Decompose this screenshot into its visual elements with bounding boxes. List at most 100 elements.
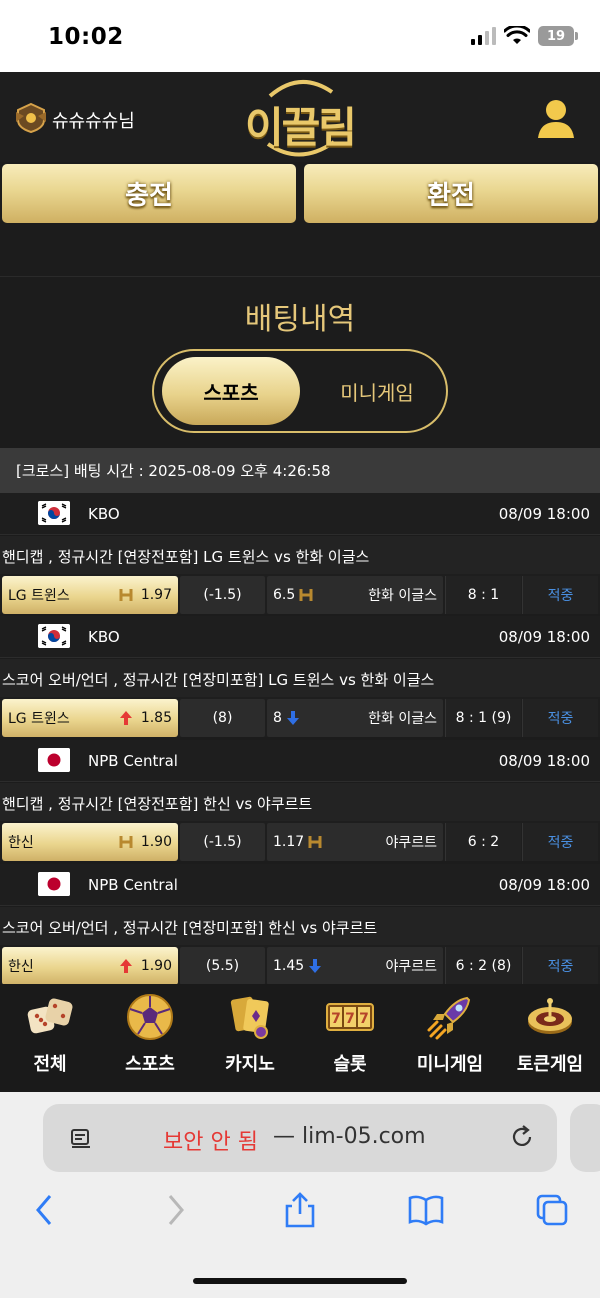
korea-flag-icon <box>38 624 70 648</box>
home-pick: 한신 1.90 <box>2 947 178 985</box>
nav-label: 카지노 <box>225 1054 275 1075</box>
tab-sports[interactable]: 스포츠 <box>162 357 300 425</box>
status-bar: 10:02 19 <box>0 0 600 72</box>
home-team: 한신 <box>8 835 34 851</box>
away-pick: 1.45 야쿠르트 <box>267 947 443 985</box>
league-name: KBO <box>88 628 120 646</box>
app-screen: 슈슈슈슈님 이끌림 충전 환전 배팅내역 스포츠 미니게임 [크로스] 배팅 시… <box>0 72 600 1092</box>
market-description: 스코어 오버/언더 , 정규시간 [연장미포함] LG 트윈스 vs 한화 이글… <box>0 659 600 699</box>
line-value: (8) <box>180 699 265 737</box>
cellular-signal-icon <box>471 27 496 45</box>
bookmarks-icon[interactable] <box>408 1192 444 1228</box>
rocket-icon <box>427 996 471 1040</box>
status-icons: 19 <box>471 26 578 46</box>
league-name: NPB Central <box>88 876 178 894</box>
over-arrow-icon <box>119 959 132 973</box>
reload-icon[interactable] <box>509 1124 535 1150</box>
battery-icon: 19 <box>538 26 578 46</box>
nav-item-casino[interactable]: 카지노 <box>200 984 300 1092</box>
away-pick: 8 한화 이글스 <box>267 699 443 737</box>
tab-minigame[interactable]: 미니게임 <box>314 357 440 425</box>
home-odds: 1.85 <box>140 710 172 726</box>
handicap-icon <box>119 589 133 601</box>
page-title: 배팅내역 <box>244 302 356 337</box>
security-warning: 보안 안 됨 <box>163 1130 258 1155</box>
away-odds: 6.5 <box>273 587 296 603</box>
exchange-button[interactable]: 환전 <box>304 164 598 223</box>
away-odds: 1.45 <box>273 958 305 974</box>
away-odds: 8 <box>273 710 282 726</box>
home-team: LG 트윈스 <box>8 711 70 727</box>
address-bar[interactable]: 보안 안 됨 — lim-05.com <box>43 1104 557 1172</box>
league-name: KBO <box>88 505 120 523</box>
cards-icon <box>230 996 269 1039</box>
under-arrow-icon <box>309 959 322 973</box>
svg-text:7: 7 <box>359 1011 369 1027</box>
next-tab-preview[interactable] <box>570 1104 600 1172</box>
under-arrow-icon <box>286 711 299 725</box>
odds-row: LG 트윈스 1.97 (-1.5) 6.5 한화 이글스 8 : 1 적중 <box>0 574 600 614</box>
bet-time-header: [크로스] 배팅 시간 : 2025-08-09 오후 4:26:58 <box>0 448 600 493</box>
home-odds: 1.90 <box>140 834 172 850</box>
charge-exchange-row: 충전 환전 <box>0 164 600 224</box>
back-icon[interactable] <box>28 1192 64 1228</box>
handicap-icon <box>299 589 313 601</box>
odds-row: 한신 1.90 (5.5) 1.45 야쿠르트 6 : 2 (8) 적중 <box>0 945 600 985</box>
svg-text:7: 7 <box>331 1011 341 1027</box>
market-description: 핸디캡 , 정규시간 [연장전포함] LG 트윈스 vs 한화 이글스 <box>0 536 600 576</box>
away-team: 한화 이글스 <box>368 711 437 727</box>
home-odds: 1.97 <box>140 587 172 603</box>
share-icon[interactable] <box>282 1192 318 1228</box>
roulette-icon <box>528 998 572 1034</box>
logo-text: 이끌림 <box>245 103 357 152</box>
nav-item-slot[interactable]: 7 7 7 슬롯 <box>300 984 400 1092</box>
charge-button[interactable]: 충전 <box>2 164 296 223</box>
home-team: LG 트윈스 <box>8 588 70 604</box>
away-pick: 6.5 한화 이글스 <box>267 576 443 614</box>
final-score: 6 : 2 (8) <box>445 947 521 985</box>
status-time: 10:02 <box>48 24 124 50</box>
svg-text:7: 7 <box>345 1011 355 1027</box>
nav-label: 슬롯 <box>333 1054 367 1075</box>
line-value: (-1.5) <box>180 576 265 614</box>
over-arrow-icon <box>119 711 132 725</box>
nav-item-all[interactable]: 전체 <box>0 984 100 1092</box>
match-time: 08/09 18:00 <box>498 876 590 894</box>
home-odds: 1.90 <box>140 958 172 974</box>
japan-flag-icon <box>38 748 70 772</box>
browser-toolbar: 보안 안 됨 — lim-05.com <box>0 1092 600 1298</box>
home-team: 한신 <box>8 959 34 975</box>
korea-flag-icon <box>38 501 70 525</box>
match-time: 08/09 18:00 <box>498 628 590 646</box>
final-score: 8 : 1 <box>445 576 521 614</box>
site-logo[interactable]: 이끌림 <box>240 74 360 160</box>
page-menu-icon[interactable] <box>69 1126 93 1150</box>
dice-icon <box>27 998 73 1034</box>
match-time: 08/09 18:00 <box>498 752 590 770</box>
league-row: NPB Central 08/09 18:00 <box>0 864 600 906</box>
bet-result: 적중 <box>522 699 598 737</box>
forward-icon[interactable] <box>158 1192 194 1228</box>
profile-icon[interactable] <box>534 96 578 140</box>
odds-row: LG 트윈스 1.85 (8) 8 한화 이글스 8 : 1 (9) 적중 <box>0 697 600 737</box>
line-value: (5.5) <box>180 947 265 985</box>
tabs-icon[interactable] <box>534 1192 570 1228</box>
home-indicator <box>193 1278 407 1284</box>
bet-result: 적중 <box>522 823 598 861</box>
wifi-icon <box>504 26 530 44</box>
header: 슈슈슈슈님 이끌림 <box>0 72 600 162</box>
nav-label: 전체 <box>33 1054 67 1075</box>
away-team: 야쿠르트 <box>385 959 437 975</box>
nav-item-sports[interactable]: 스포츠 <box>100 984 200 1092</box>
bottom-nav: 전체 스포츠 카지노 7 7 7 슬롯 미니게임 토큰게임 <box>0 984 600 1092</box>
bet-result: 적중 <box>522 947 598 985</box>
japan-flag-icon <box>38 872 70 896</box>
divider <box>0 276 600 277</box>
handicap-icon <box>308 836 322 848</box>
final-score: 8 : 1 (9) <box>445 699 521 737</box>
away-odds: 1.17 <box>273 834 305 850</box>
soccer-ball-icon <box>127 994 173 1040</box>
nav-item-tokengame[interactable]: 토큰게임 <box>500 984 600 1092</box>
nav-item-minigame[interactable]: 미니게임 <box>400 984 500 1092</box>
url-host: — lim-05.com <box>273 1124 426 1149</box>
